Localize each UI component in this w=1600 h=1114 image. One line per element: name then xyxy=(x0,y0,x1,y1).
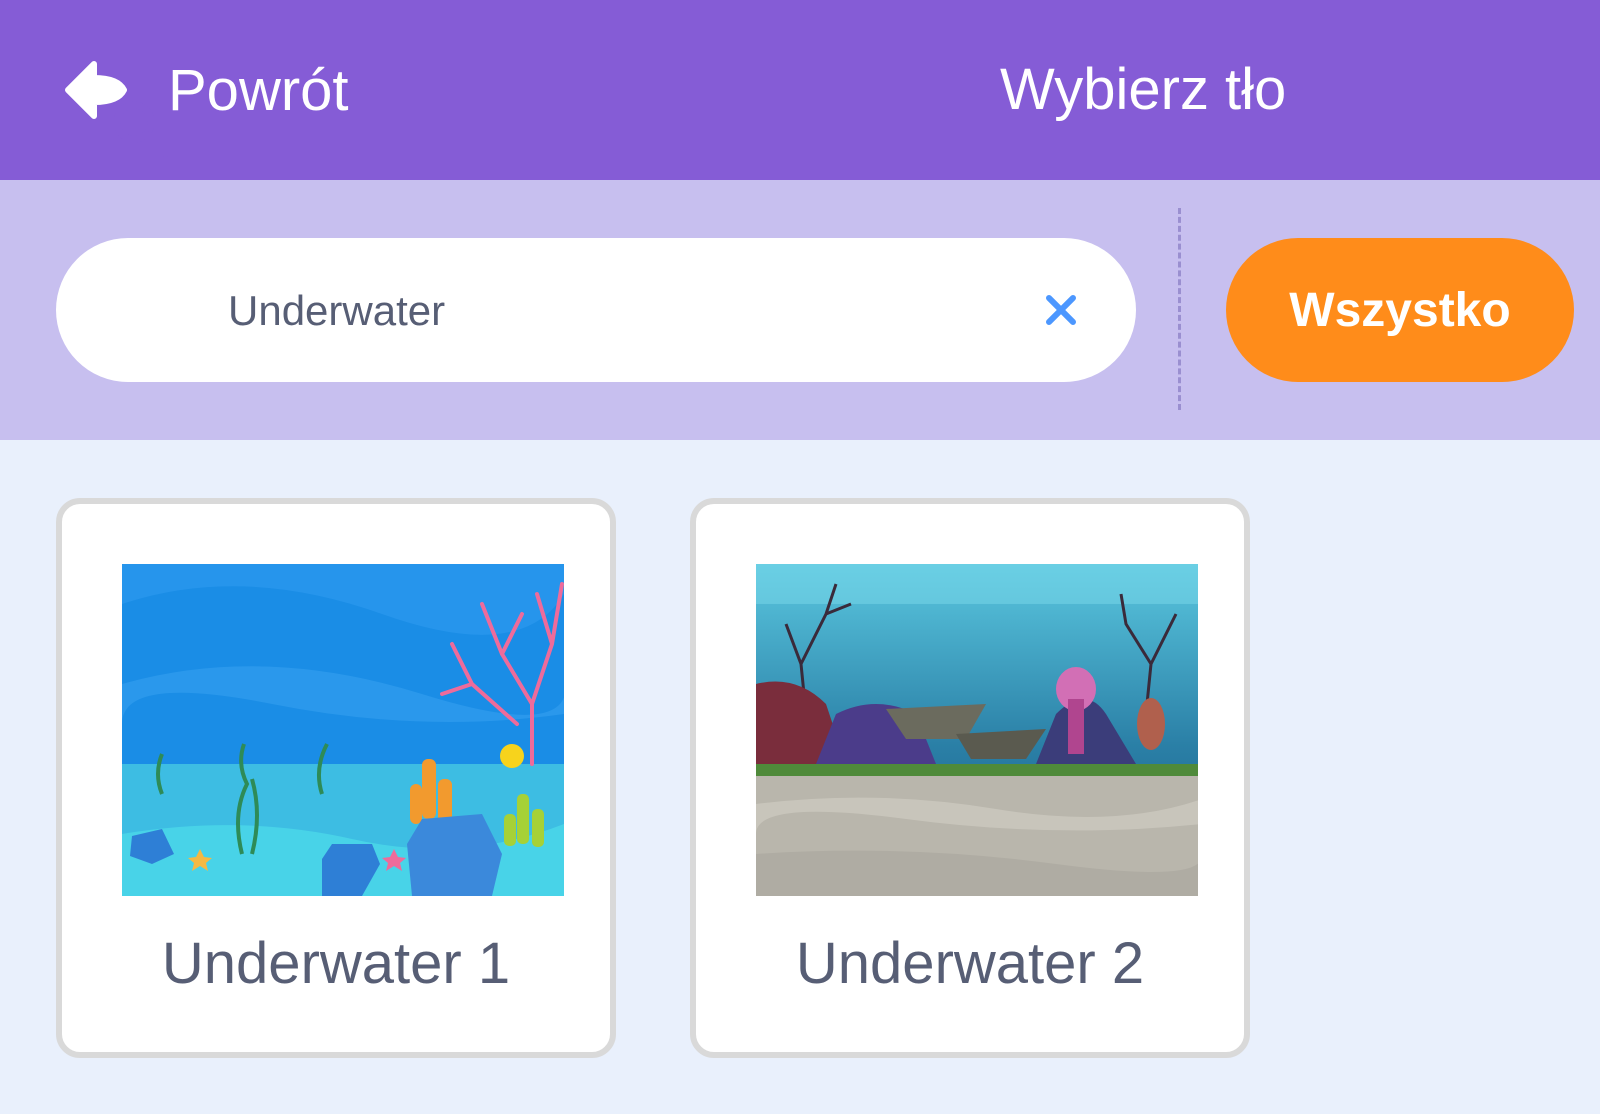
backdrop-name: Underwater 1 xyxy=(161,931,511,996)
backdrop-thumbnail xyxy=(756,564,1198,896)
search-box[interactable] xyxy=(56,238,1136,382)
page-title: Wybierz tło xyxy=(1000,57,1287,122)
back-button[interactable]: Powrót xyxy=(64,55,349,125)
backdrop-card[interactable]: Underwater 2 xyxy=(690,498,1250,1058)
filter-bar: Wszystko xyxy=(0,180,1600,440)
backdrop-card[interactable]: Underwater 1 xyxy=(56,498,616,1058)
backdrop-name: Underwater 2 xyxy=(795,931,1145,996)
search-input[interactable] xyxy=(226,276,1050,346)
back-label: Powrót xyxy=(168,57,349,123)
backdrop-thumbnail xyxy=(122,564,564,896)
search-icon xyxy=(113,101,169,157)
filter-divider xyxy=(1178,208,1181,410)
header-bar: Powrót Wybierz tło xyxy=(0,0,1600,180)
clear-search-icon[interactable] xyxy=(1045,294,1077,326)
tag-all-button[interactable]: Wszystko xyxy=(1226,238,1574,382)
